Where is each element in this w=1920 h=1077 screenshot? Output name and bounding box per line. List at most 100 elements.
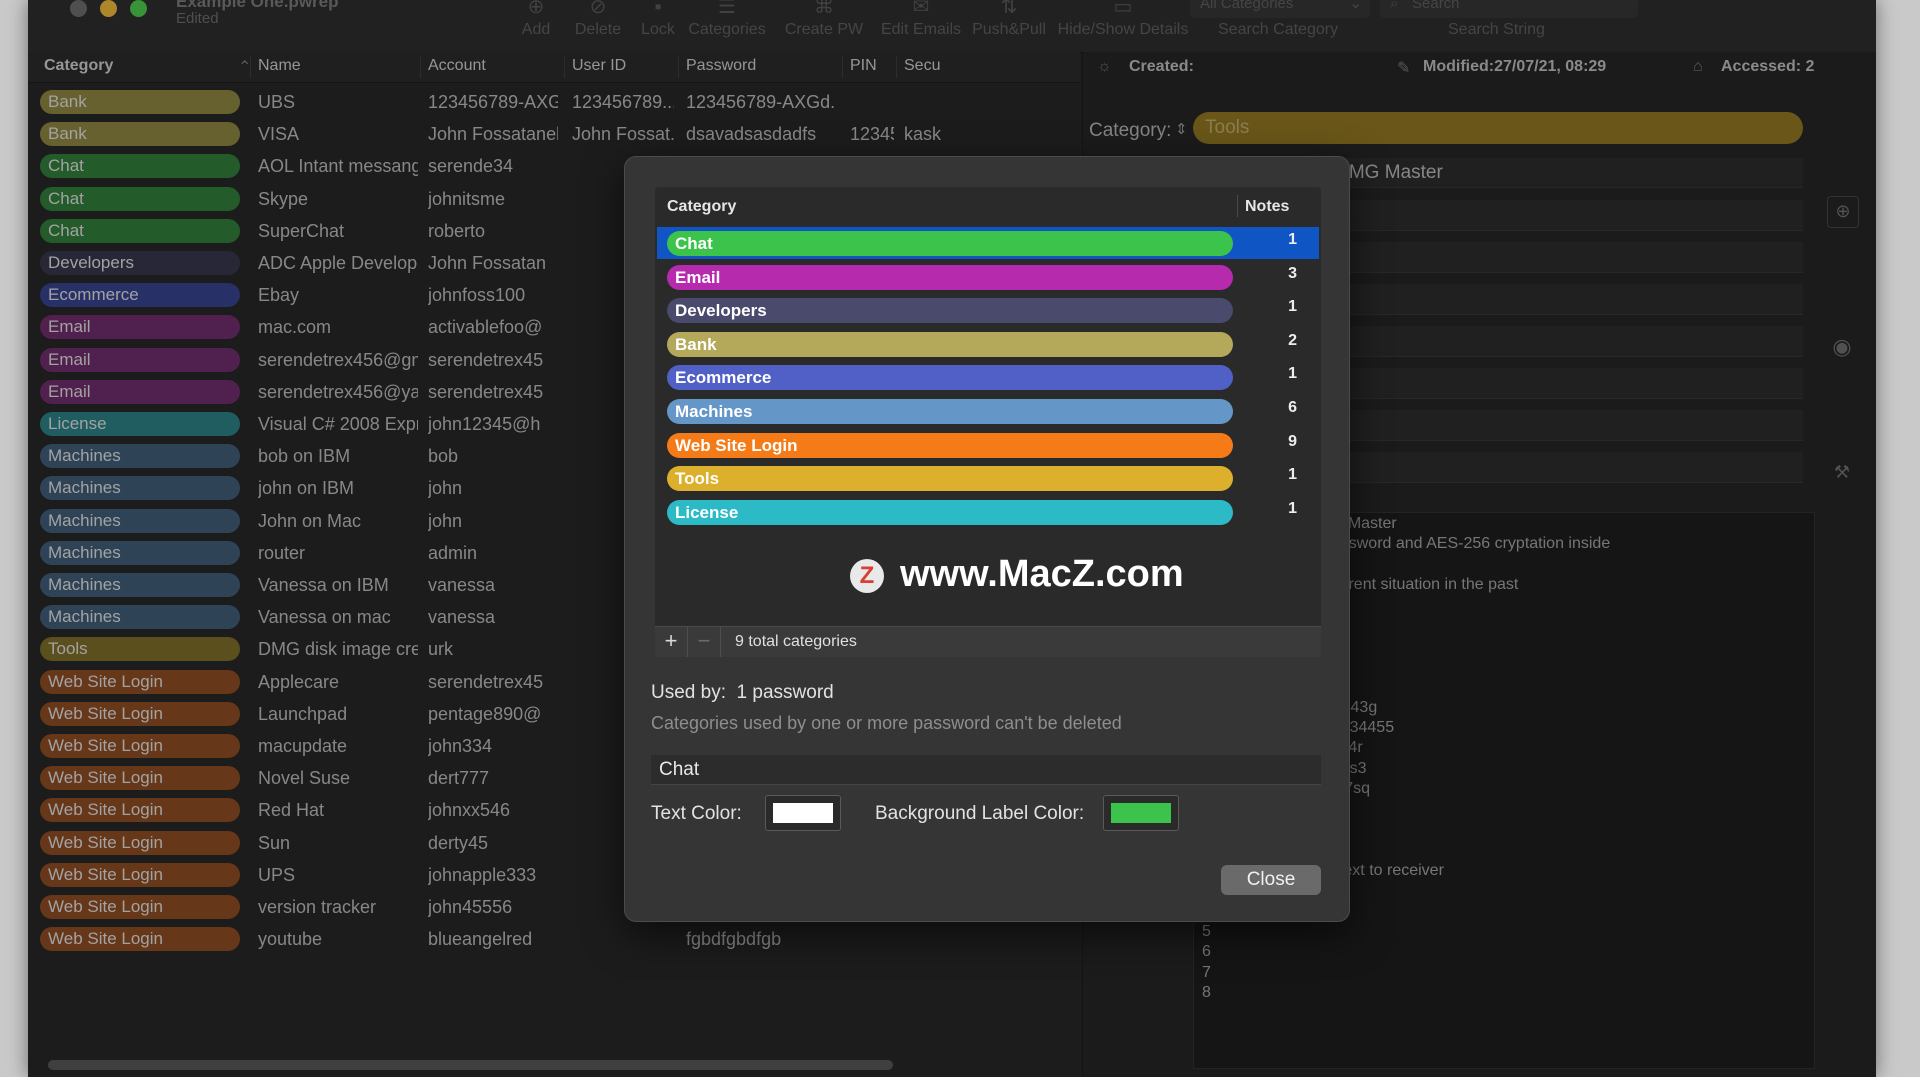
category-pill: Bank xyxy=(667,331,1233,357)
lock-button[interactable]: ▪ Lock xyxy=(638,0,678,46)
search-icon: ⌕ xyxy=(1390,0,1399,12)
background-color-well[interactable] xyxy=(1103,795,1179,831)
column-header-password[interactable]: Password xyxy=(686,57,756,75)
category-row[interactable]: Email 3 xyxy=(657,261,1319,293)
category-count: 1 xyxy=(1288,298,1297,316)
cell-account: serendetrex45 xyxy=(428,671,544,692)
category-pill: Machines xyxy=(40,540,240,565)
note-line: 5 xyxy=(1202,923,1211,940)
column-header-security[interactable]: Secu xyxy=(904,57,940,75)
cell-name: youtube xyxy=(258,929,323,950)
cell-name: Ebay xyxy=(258,285,300,306)
category-label: Category: xyxy=(1089,120,1172,141)
category-pill: Chat xyxy=(40,186,240,211)
column-header-pin[interactable]: PIN xyxy=(850,57,877,75)
plus-circle-icon: ⊕ xyxy=(527,0,545,18)
category-row[interactable]: Chat 1 xyxy=(657,227,1319,259)
cell-account: 123456789-AXG xyxy=(428,92,558,112)
cell-account: roberto xyxy=(428,220,486,241)
edit-emails-button[interactable]: ✉ Edit Emails xyxy=(876,0,966,46)
cell-account: john xyxy=(428,510,463,531)
category-count: 1 xyxy=(1288,499,1297,517)
close-window-button[interactable] xyxy=(70,0,87,17)
cell-account: John Fossatanellaro xyxy=(428,124,558,145)
cell-account: john45556 xyxy=(428,897,513,917)
stepper-arrows-icon[interactable]: ⇕ xyxy=(1175,120,1188,138)
category-row[interactable]: Tools 1 xyxy=(657,462,1319,494)
cell-name: Sun xyxy=(258,832,291,853)
cell-account: urk xyxy=(428,639,454,660)
category-pill: Bank xyxy=(40,122,240,147)
edit-icon: ✎ xyxy=(1397,60,1411,77)
category-pill: Web Site Login xyxy=(667,432,1233,458)
category-pill: Machines xyxy=(40,476,240,501)
category-pill: Email xyxy=(667,264,1233,290)
cell-account: johnitsme xyxy=(428,188,506,209)
app-window: Example One.pwrep Edited ⊕ Add ⊘ Delete … xyxy=(28,0,1876,1077)
cell-name: Red Hat xyxy=(258,800,325,821)
watermark-text: www.MacZ.com xyxy=(900,553,1184,595)
category-pill: Developers xyxy=(40,251,240,275)
cell-name: Visual C# 2008 Express xyxy=(258,414,418,434)
cell-name: UPS xyxy=(258,864,296,885)
category-row[interactable]: Web Site Login 9 xyxy=(657,429,1319,461)
watermark-logo: Z xyxy=(850,559,884,593)
text-color-swatch xyxy=(773,803,833,823)
column-header-name[interactable]: Name xyxy=(258,57,301,75)
search-input[interactable]: ⌕ Search xyxy=(1380,0,1638,18)
create-pw-button[interactable]: ⌘ Create PW xyxy=(776,0,872,46)
cell-account: bob xyxy=(428,446,459,467)
add-category-button[interactable]: + xyxy=(655,627,688,657)
category-row[interactable]: Bank 2 xyxy=(657,328,1319,360)
add-button[interactable]: ⊕ Add xyxy=(511,0,561,46)
cell-password: fgbdfgbdfgb xyxy=(686,929,782,950)
cell-name: mac.com xyxy=(258,317,332,338)
category-row[interactable]: Ecommerce 1 xyxy=(657,361,1319,393)
category-pill: Web Site Login xyxy=(40,927,240,952)
column-header-notes[interactable]: Notes xyxy=(1245,198,1289,216)
cell-account: serendetrex45 xyxy=(428,381,544,402)
generate-password-icon[interactable]: ⚒ xyxy=(1827,462,1857,492)
table-row[interactable]: Bank UBS 123456789-AXG 123456789... 12345678… xyxy=(28,86,1080,118)
category-pill: Web Site Login xyxy=(40,734,240,758)
categories-button[interactable]: ☰ Categories xyxy=(682,0,772,46)
table-row[interactable]: Web Site Login youtube blueangelred fgbdfgb… xyxy=(28,923,1080,955)
category-filter-select[interactable]: All Categories ⌄ xyxy=(1190,0,1370,18)
category-row[interactable]: Developers 1 xyxy=(657,294,1319,326)
cell-userid: 123456789... xyxy=(572,92,674,112)
eye-icon[interactable]: ◉ xyxy=(1827,334,1857,364)
globe-icon[interactable]: ⊕ xyxy=(1827,196,1859,228)
horizontal-scrollbar[interactable] xyxy=(48,1060,893,1070)
column-header-account[interactable]: Account xyxy=(428,57,486,75)
minimize-window-button[interactable] xyxy=(100,0,117,17)
remove-category-button[interactable]: − xyxy=(688,627,721,657)
cell-account: vanessa xyxy=(428,575,496,595)
category-name-field[interactable]: Chat xyxy=(651,755,1321,785)
push-pull-button[interactable]: ⇅ Push&Pull xyxy=(970,0,1048,46)
delete-button[interactable]: ⊘ Delete xyxy=(568,0,628,46)
category-row[interactable]: Machines 6 xyxy=(657,395,1319,427)
column-header-category[interactable]: Category xyxy=(667,198,736,216)
column-divider xyxy=(678,56,679,78)
close-button[interactable]: Close xyxy=(1221,865,1321,895)
search-string-caption: Search String xyxy=(1448,21,1545,38)
text-color-well[interactable] xyxy=(765,795,841,831)
window-subtitle: Edited xyxy=(176,10,219,27)
column-header-category[interactable]: Category xyxy=(44,57,113,75)
zoom-window-button[interactable] xyxy=(130,0,147,17)
category-count: 1 xyxy=(1288,365,1297,383)
category-pill: Machines xyxy=(40,444,240,469)
modified-label: Modified:27/07/21, 08:29 xyxy=(1423,58,1607,75)
cell-name: Launchpad xyxy=(258,703,348,724)
cell-name: Vanessa on mac xyxy=(258,607,391,628)
column-header-userid[interactable]: User ID xyxy=(572,57,626,75)
category-pill[interactable]: Tools xyxy=(1193,112,1803,144)
column-divider xyxy=(564,56,565,78)
cell-account: serende34 xyxy=(428,156,514,177)
search-category-caption: Search Category xyxy=(1218,21,1339,38)
cell-name: Applecare xyxy=(258,671,340,692)
cell-account: vanessa xyxy=(428,607,496,628)
category-row[interactable]: License 1 xyxy=(657,496,1319,528)
hide-show-details-button[interactable]: ▭ Hide/Show Details xyxy=(1050,0,1196,46)
table-row[interactable]: Bank VISA John Fossatanellaro John Fossat..… xyxy=(28,118,1080,150)
